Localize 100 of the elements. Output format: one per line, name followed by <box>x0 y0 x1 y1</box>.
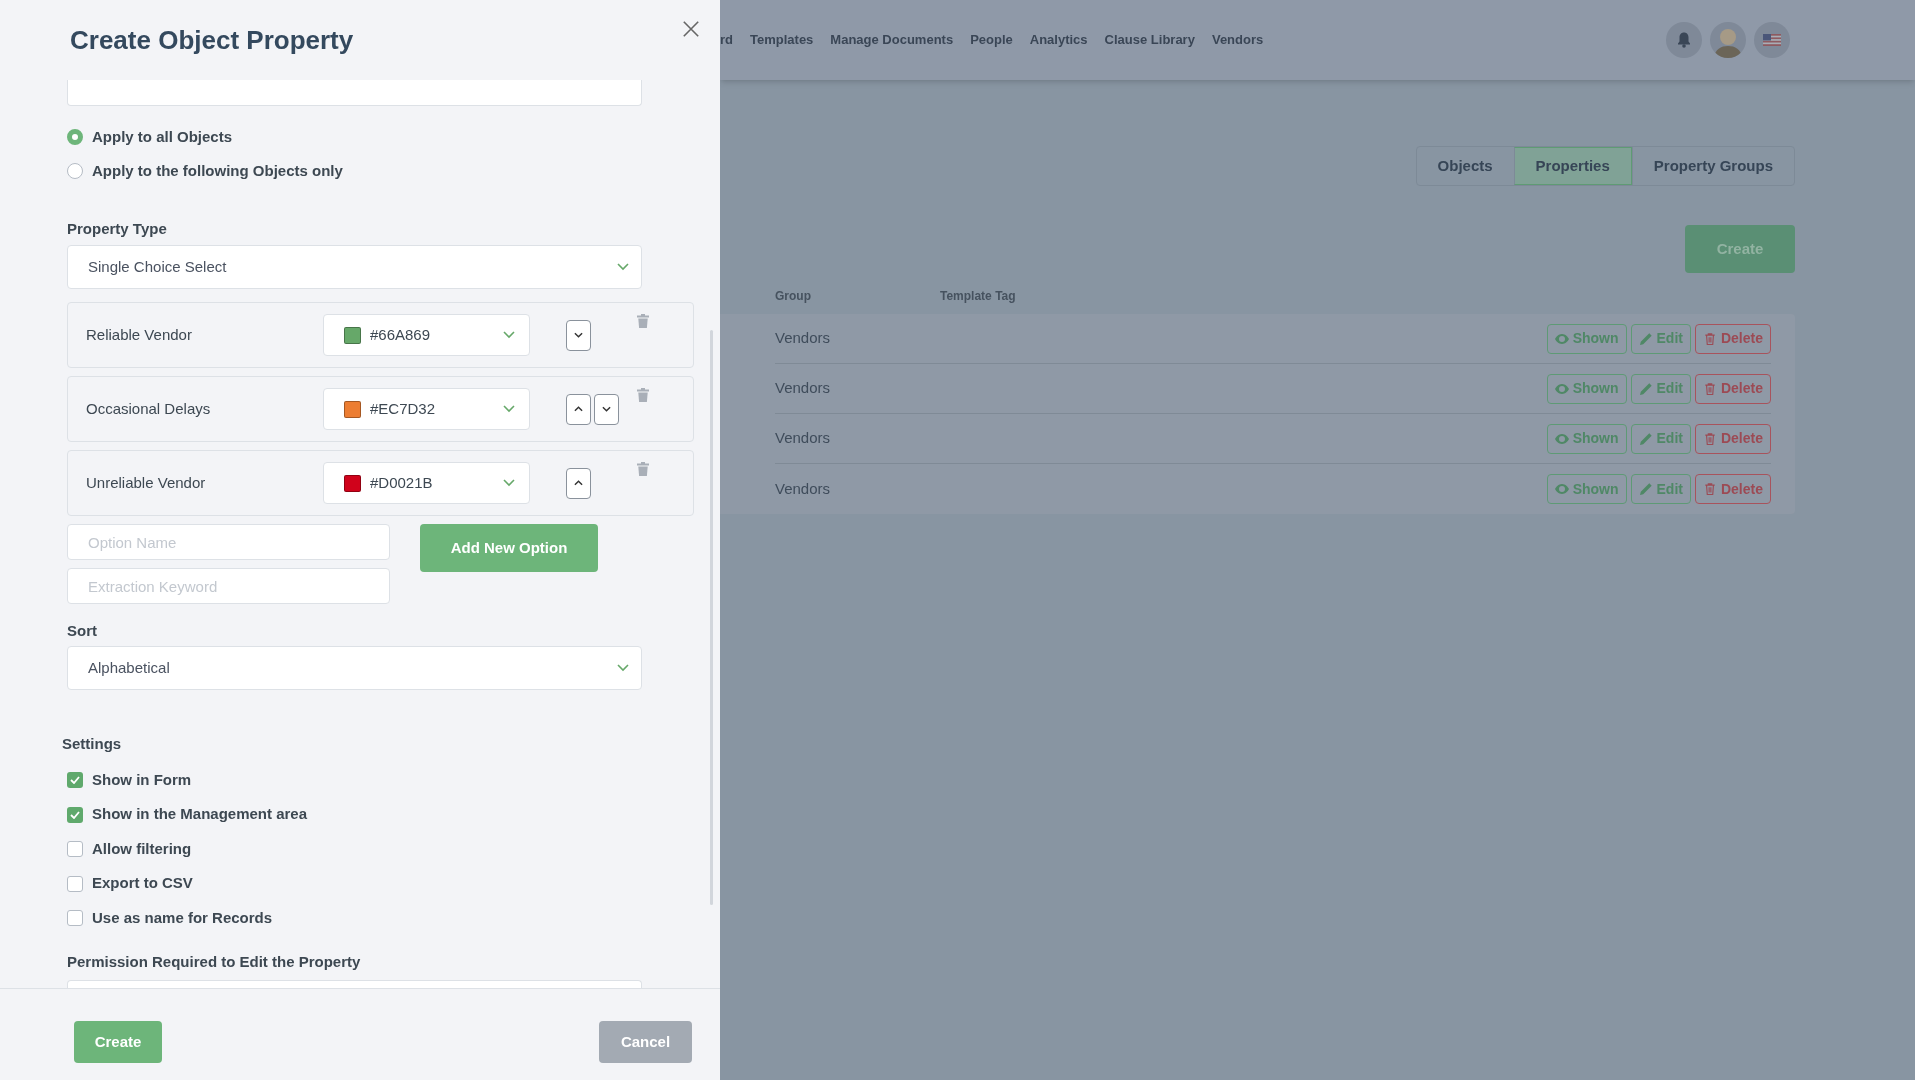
chevron-icon <box>503 479 515 487</box>
modal-title: Create Object Property <box>70 23 354 57</box>
flag-icon <box>1763 34 1781 46</box>
checkbox-label: Export to CSV <box>92 873 193 894</box>
shown-button[interactable]: Shown <box>1546 474 1627 504</box>
nav-link[interactable]: People <box>970 30 1013 50</box>
eye-icon <box>1554 382 1569 395</box>
shown-button[interactable]: Shown <box>1546 373 1627 404</box>
delete-button[interactable]: Delete <box>1694 373 1771 404</box>
nav-link[interactable]: Templates <box>750 30 814 50</box>
checkbox[interactable] <box>67 806 83 823</box>
option-name: Occasional Delays <box>86 398 212 419</box>
edit-button[interactable]: Edit <box>1630 474 1691 504</box>
tab[interactable]: Objects <box>1416 147 1514 185</box>
trash-icon <box>637 388 649 402</box>
trash-icon <box>1702 483 1717 495</box>
checkbox-label: Show in Form <box>92 769 192 790</box>
shown-button[interactable]: Shown <box>1546 423 1627 454</box>
caret-down-icon <box>574 332 583 338</box>
cancel-button[interactable]: Cancel <box>599 1021 692 1063</box>
trash-icon <box>1702 332 1717 345</box>
delete-button[interactable]: Delete <box>1694 423 1771 454</box>
checkbox-label: Use as name for Records <box>92 907 273 928</box>
add-option-button[interactable]: Add New Option <box>420 524 598 572</box>
shown-button[interactable]: Shown <box>1546 323 1627 354</box>
eye-icon <box>1554 332 1569 345</box>
color-select[interactable]: #D0021B <box>323 462 530 504</box>
bell-icon <box>1677 32 1691 48</box>
eye-icon <box>1554 483 1569 495</box>
checkbox[interactable] <box>67 772 83 788</box>
pencil-icon <box>1638 332 1653 345</box>
nav-link[interactable]: Vendors <box>1211 30 1264 50</box>
radio-label: Apply to the following Objects only <box>92 160 343 181</box>
table-cell-text: Vendors <box>775 478 831 499</box>
delete-option-button[interactable] <box>635 460 651 478</box>
delete-button[interactable]: Delete <box>1694 323 1771 354</box>
checkbox-label: Allow filtering <box>92 838 192 859</box>
select-field[interactable]: Single Choice Select <box>67 245 642 289</box>
move-up-button[interactable] <box>566 393 591 425</box>
delete-option-button[interactable] <box>635 312 651 330</box>
create-button[interactable]: Create <box>1685 225 1795 273</box>
chevron-icon <box>617 263 629 271</box>
caret-down-icon <box>602 406 611 412</box>
trash-icon <box>1702 382 1717 395</box>
radio-label: Apply to all Objects <box>92 126 233 147</box>
delete-option-button[interactable] <box>635 386 651 404</box>
checkbox[interactable] <box>67 875 83 892</box>
color-select[interactable]: #66A869 <box>323 314 530 356</box>
radio-button[interactable] <box>67 129 83 145</box>
table-cell-text: Vendors <box>775 378 831 399</box>
scrollbar[interactable] <box>710 330 713 905</box>
input-field[interactable]: Extraction Keyword <box>67 568 390 604</box>
caret-up-icon <box>574 480 583 486</box>
pencil-icon <box>1638 483 1653 495</box>
pencil-icon <box>1638 432 1653 445</box>
checkbox-label: Show in the Management area <box>92 804 308 825</box>
radio-button[interactable] <box>67 163 83 179</box>
eye-icon <box>1554 432 1569 445</box>
move-down-button[interactable] <box>594 393 619 425</box>
tab[interactable]: Property Groups <box>1631 147 1794 185</box>
create-button[interactable]: Create <box>74 1021 162 1063</box>
tab[interactable]: Properties <box>1513 147 1632 185</box>
color-select[interactable]: #EC7D32 <box>323 388 530 430</box>
chevron-icon <box>503 405 515 413</box>
nav-link[interactable]: Manage Documents <box>830 30 954 50</box>
column-header: Template Tag <box>940 288 1016 305</box>
trash-icon <box>637 462 649 476</box>
move-down-button[interactable] <box>566 319 591 351</box>
trash-icon <box>1702 432 1717 445</box>
edit-button[interactable]: Edit <box>1630 323 1691 354</box>
edit-button[interactable]: Edit <box>1630 423 1691 454</box>
pencil-icon <box>1638 382 1653 395</box>
avatar-button[interactable] <box>1710 22 1746 58</box>
option-name: Unreliable Vendor <box>86 472 207 493</box>
delete-button[interactable]: Delete <box>1694 474 1771 504</box>
table-cell-text: Vendors <box>775 428 831 449</box>
select-field[interactable]: Alphabetical <box>67 646 642 690</box>
field-label: Sort <box>67 621 98 641</box>
trash-icon <box>637 314 649 328</box>
check-icon <box>70 776 80 784</box>
nav-link[interactable]: rd <box>720 30 733 50</box>
check-icon <box>70 810 80 819</box>
input-field[interactable]: Option Name <box>67 524 390 560</box>
field-label: Settings <box>62 734 123 754</box>
edit-button[interactable]: Edit <box>1630 373 1691 404</box>
field-label: Property Type <box>67 219 168 239</box>
option-name: Reliable Vendor <box>86 324 193 345</box>
column-header: Group <box>775 288 812 305</box>
table-cell-text: Vendors <box>775 328 831 349</box>
checkbox[interactable] <box>67 841 83 857</box>
text-field[interactable] <box>67 80 642 106</box>
close-icon <box>682 20 700 38</box>
notifications-button[interactable] <box>1666 22 1702 58</box>
caret-up-icon <box>574 406 583 412</box>
checkbox[interactable] <box>67 910 83 926</box>
nav-link[interactable]: Analytics <box>1029 30 1088 50</box>
nav-link[interactable]: Clause Library <box>1104 30 1195 50</box>
chevron-icon <box>617 664 629 672</box>
move-up-button[interactable] <box>566 467 591 499</box>
language-button[interactable] <box>1754 22 1790 58</box>
